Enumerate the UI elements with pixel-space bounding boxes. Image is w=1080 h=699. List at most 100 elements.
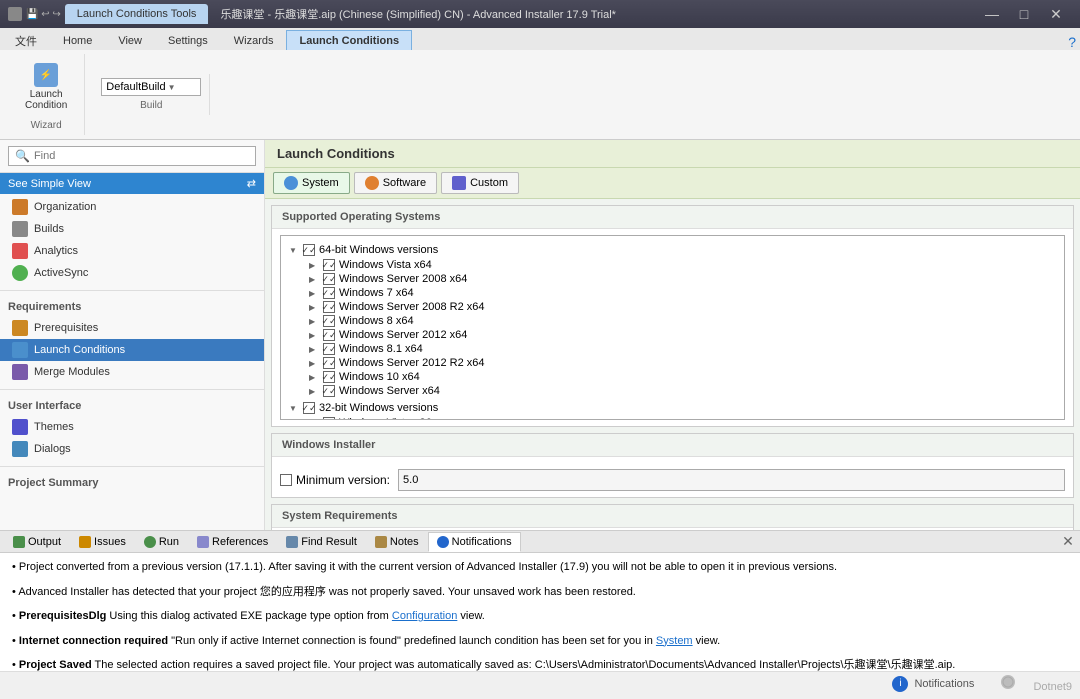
build-icon <box>12 221 28 237</box>
view-toggle-label: See Simple View <box>8 178 91 190</box>
cb-serverx64[interactable]: ✓ <box>323 385 335 397</box>
tab-home[interactable]: Home <box>50 30 105 50</box>
notif-3-link[interactable]: Configuration <box>392 610 457 622</box>
bottom-tab-references[interactable]: References <box>188 532 277 552</box>
notif-4-link[interactable]: System <box>656 635 693 647</box>
search-box[interactable]: 🔍 <box>8 146 256 166</box>
tab-view[interactable]: View <box>105 30 155 50</box>
bottom-tab-notes-label: Notes <box>390 536 419 548</box>
cb-win81[interactable]: ✓ <box>323 343 335 355</box>
sidebar-item-activesync[interactable]: ActiveSync <box>0 262 264 284</box>
sidebar-item-prerequisites[interactable]: Prerequisites <box>0 317 264 339</box>
cb-server2012r2[interactable]: ✓ <box>323 357 335 369</box>
tab-system-label: System <box>302 177 339 189</box>
sidebar-item-launch-conditions[interactable]: Launch Conditions <box>0 339 264 361</box>
output-tab-icon <box>13 536 25 548</box>
cb-vistax86[interactable]: ✓ <box>323 417 335 420</box>
os-item-server2008-x64: ▶ ✓ Windows Server 2008 x64 <box>285 272 1060 286</box>
cb-server2008r2[interactable]: ✓ <box>323 301 335 313</box>
sidebar-item-builds[interactable]: Builds <box>0 218 264 240</box>
run-tab-icon <box>144 536 156 548</box>
bottom-tab-run-label: Run <box>159 536 179 548</box>
tab-settings[interactable]: Settings <box>155 30 221 50</box>
cb-server2008x64[interactable]: ✓ <box>323 273 335 285</box>
section-general: Organization Builds Analytics ActiveSync <box>0 194 264 286</box>
build-config-dropdown[interactable]: DefaultBuild ▼ <box>101 78 201 96</box>
cb-server2012[interactable]: ✓ <box>323 329 335 341</box>
content-tab-bar: System Software Custom <box>265 168 1080 199</box>
maximize-button[interactable]: □ <box>1008 0 1040 28</box>
ui-header-label: User Interface <box>8 400 81 412</box>
bottom-tab-issues[interactable]: Issues <box>70 532 135 552</box>
project-summary-label: Project Summary <box>8 477 98 489</box>
notif-1-text: Project converted from a previous versio… <box>19 561 837 573</box>
section-header-project-summary: Project Summary <box>0 473 264 493</box>
sidebar-item-themes[interactable]: Themes <box>0 416 264 438</box>
launch-conditions-icon <box>12 342 28 358</box>
sidebar-item-analytics[interactable]: Analytics <box>0 240 264 262</box>
tab-launch-conditions[interactable]: Launch Conditions <box>286 30 412 50</box>
simple-view-toggle[interactable]: See Simple View ⇄ <box>0 173 264 194</box>
section-user-interface: User Interface Themes Dialogs <box>0 394 264 462</box>
cb-win8x64[interactable]: ✓ <box>323 315 335 327</box>
windows-installer-title: Windows Installer <box>272 434 1073 457</box>
title-quick-access: 💾 ↩ ↪ <box>26 9 61 20</box>
tab-file[interactable]: 文件 <box>2 30 50 50</box>
os-item-win81-x64: ▶ ✓ Windows 8.1 x64 <box>285 342 1060 356</box>
sidebar-item-label-merge: Merge Modules <box>34 366 110 378</box>
section-header-requirements: Requirements <box>0 297 264 317</box>
tab-custom[interactable]: Custom <box>441 172 519 194</box>
title-text: 乐趣课堂 - 乐趣课堂.aip (Chinese (Simplified) CN… <box>220 6 616 22</box>
cb-win7x64[interactable]: ✓ <box>323 287 335 299</box>
expand-arrow-64bit[interactable]: ▼ <box>289 246 299 255</box>
content-title: Launch Conditions <box>265 140 1080 168</box>
notif-4-bold: Internet connection required <box>19 635 168 647</box>
main-container: 🔍 See Simple View ⇄ Organization Builds <box>0 140 1080 530</box>
checkbox-32bit[interactable]: ✓ <box>303 402 315 414</box>
dotnet-logo-svg <box>1000 674 1030 690</box>
sidebar-item-merge-modules[interactable]: Merge Modules <box>0 361 264 383</box>
tab-wizards[interactable]: Wizards <box>221 30 287 50</box>
tab-system[interactable]: System <box>273 172 350 194</box>
bottom-tab-notifications[interactable]: Notifications <box>428 532 521 552</box>
notification-2: • Advanced Installer has detected that y… <box>12 584 1068 601</box>
org-icon <box>12 199 28 215</box>
close-button[interactable]: ✕ <box>1040 0 1072 28</box>
bottom-tab-output[interactable]: Output <box>4 532 70 552</box>
bottom-tab-notes[interactable]: Notes <box>366 532 428 552</box>
min-version-checkbox[interactable] <box>280 474 292 486</box>
label-vistax86: Windows Vista x86 <box>339 417 432 420</box>
ribbon-group-wizard-items: ⚡ LaunchCondition <box>16 58 76 116</box>
os-group-label-32bit: 32-bit Windows versions <box>319 402 438 414</box>
arrow-win8x64: ▶ <box>309 317 319 326</box>
expand-arrow-32bit[interactable]: ▼ <box>289 404 299 413</box>
launch-condition-wizard-button[interactable]: ⚡ LaunchCondition <box>16 58 76 116</box>
bottom-tab-refs-label: References <box>212 536 268 548</box>
cb-win10x64[interactable]: ✓ <box>323 371 335 383</box>
sidebar-item-dialogs[interactable]: Dialogs <box>0 438 264 460</box>
minimize-button[interactable]: — <box>976 0 1008 28</box>
os-list[interactable]: ▼ ✓ 64-bit Windows versions ▶ ✓ Windows … <box>280 235 1065 420</box>
title-controls[interactable]: — □ ✕ <box>976 0 1072 28</box>
min-version-input[interactable] <box>398 469 1065 491</box>
cb-vista64[interactable]: ✓ <box>323 259 335 271</box>
os-group-32bit: ▼ ✓ 32-bit Windows versions ▶ ✓ Windows … <box>285 400 1060 420</box>
os-item-vista-x86: ▶ ✓ Windows Vista x86 <box>285 416 1060 420</box>
label-server2012r2: Windows Server 2012 R2 x64 <box>339 357 485 369</box>
bottom-tab-find-result[interactable]: Find Result <box>277 532 366 552</box>
arrow-win81: ▶ <box>309 345 319 354</box>
notif-2-text: Advanced Installer has detected that you… <box>18 586 636 598</box>
bottom-tab-run[interactable]: Run <box>135 532 188 552</box>
content-area: Launch Conditions System Software Custom… <box>265 140 1080 530</box>
title-bar: 💾 ↩ ↪ Launch Conditions Tools 乐趣课堂 - 乐趣课… <box>0 0 1080 28</box>
tab-software[interactable]: Software <box>354 172 437 194</box>
sidebar-item-organization[interactable]: Organization <box>0 196 264 218</box>
checkbox-64bit[interactable]: ✓ <box>303 244 315 256</box>
arrow-server2012: ▶ <box>309 331 319 340</box>
dialogs-icon <box>12 441 28 457</box>
arrow-vista64: ▶ <box>309 261 319 270</box>
notif-3-text-after: view. <box>460 610 484 622</box>
search-input[interactable] <box>34 150 249 162</box>
help-icon[interactable]: ? <box>1068 34 1076 50</box>
bottom-panel-close[interactable]: ✕ <box>1060 534 1076 550</box>
